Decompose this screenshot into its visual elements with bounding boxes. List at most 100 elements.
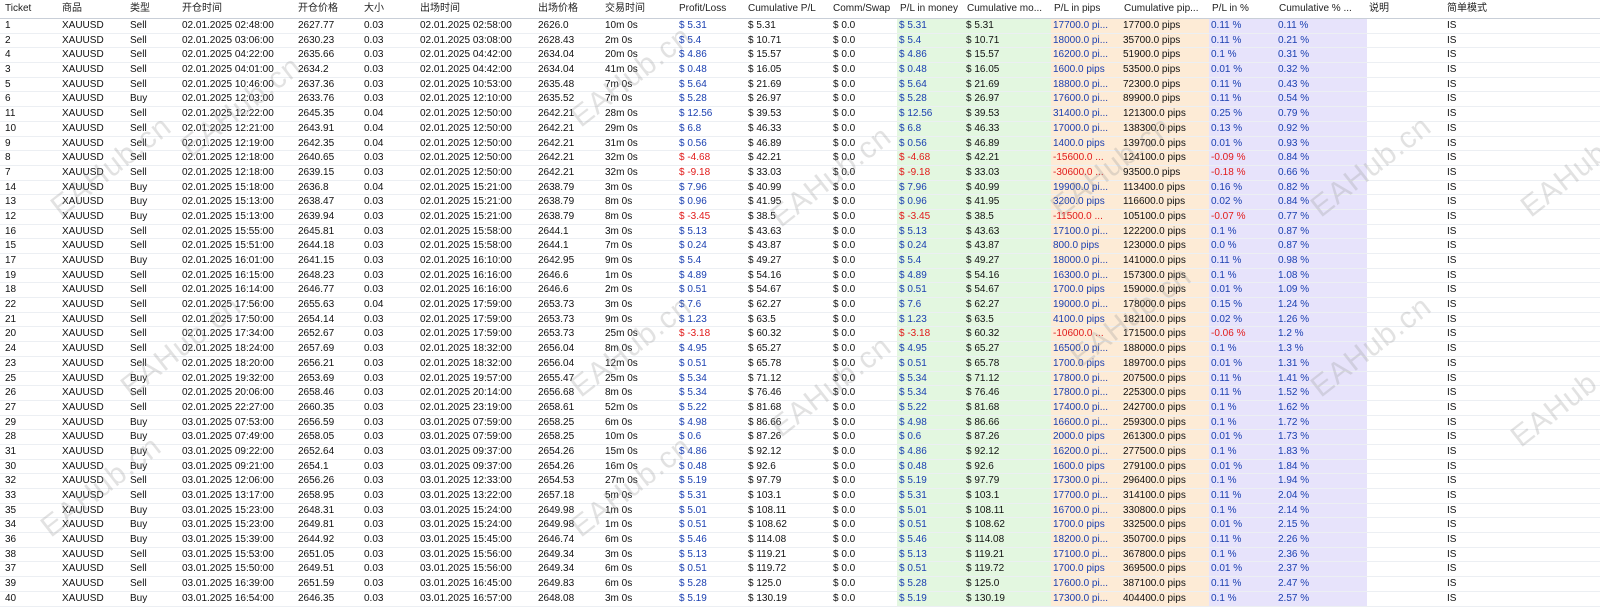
cell-close-price: 2642.21 <box>538 166 575 178</box>
table-row[interactable]: 32 XAUUSD Sell 03.01.2025 12:06:00 2656.26 0.… <box>0 474 1600 489</box>
cell-symbol: XAUUSD <box>62 475 104 487</box>
table-row[interactable]: 39 XAUUSD Sell 03.01.2025 16:39:00 2651.59 0.… <box>0 577 1600 592</box>
column-header-pl-pips[interactable]: P/L in pips <box>1052 0 1122 18</box>
table-row[interactable]: 15 XAUUSD Sell 02.01.2025 15:51:00 2644.18 0.… <box>0 239 1600 254</box>
cell-cumulative-pl: $ 76.46 <box>748 387 782 399</box>
cell-profit-loss: $ 0.51 <box>679 563 707 575</box>
cell-pl-percent: 0.01 % <box>1209 63 1277 77</box>
column-header-comm-swap[interactable]: Comm/Swap <box>831 0 898 18</box>
table-row[interactable]: 38 XAUUSD Sell 03.01.2025 15:53:00 2651.05 0.… <box>0 547 1600 563</box>
column-header-cumulative-pl[interactable]: Cumulative P/L <box>746 0 831 18</box>
column-header-cumulative-percent[interactable]: Cumulative % ... <box>1277 0 1367 18</box>
table-row[interactable]: 11 XAUUSD Sell 02.01.2025 12:22:00 2645.35 0.… <box>0 107 1600 122</box>
table-row[interactable]: 31 XAUUSD Buy 03.01.2025 09:22:00 2652.64 0.0… <box>0 444 1600 460</box>
table-row[interactable]: 10 XAUUSD Sell 02.01.2025 12:21:00 2643.91 0.… <box>0 121 1600 137</box>
table-row[interactable]: 21 XAUUSD Sell 02.01.2025 17:50:00 2654.14 0.… <box>0 312 1600 328</box>
table-row[interactable]: 5 XAUUSD Sell 02.01.2025 10:46:00 2637.36 0.0… <box>0 77 1600 93</box>
cell-duration: 31m 0s <box>605 137 638 149</box>
table-row[interactable]: 34 XAUUSD Buy 03.01.2025 15:23:00 2649.81 0.0… <box>0 518 1600 534</box>
table-row[interactable]: 7 XAUUSD Sell 02.01.2025 12:18:00 2639.15 0.0… <box>0 165 1600 181</box>
cell-cumulative-money: $ 65.78 <box>964 356 1052 371</box>
cell-cumulative-money: $ 21.69 <box>964 77 1052 92</box>
cell-close-time: 03.01.2025 16:45:00 <box>420 578 512 590</box>
table-row[interactable]: 20 XAUUSD Sell 02.01.2025 17:34:00 2652.67 0.… <box>0 327 1600 343</box>
cell-symbol: XAUUSD <box>62 504 104 516</box>
column-header-profit-loss[interactable]: Profit/Loss <box>677 0 746 18</box>
cell-pl-percent: 0.11 % <box>1209 533 1277 547</box>
cell-pl-pips: 17800.0 pi... <box>1051 386 1122 400</box>
column-header-pl-money[interactable]: P/L in money <box>898 0 965 18</box>
column-header-close-time[interactable]: 出场时间 <box>418 0 536 18</box>
table-row[interactable]: 27 XAUUSD Sell 02.01.2025 22:27:00 2660.35 0.… <box>0 400 1600 416</box>
table-row[interactable]: 36 XAUUSD Buy 03.01.2025 15:39:00 2644.92 0.0… <box>0 533 1600 548</box>
column-header-open-time[interactable]: 开仓时间 <box>180 0 296 18</box>
cell-profit-loss: $ 5.34 <box>679 387 707 399</box>
table-row[interactable]: 2 XAUUSD Sell 02.01.2025 03:06:00 2630.23 0.0… <box>0 33 1600 49</box>
column-header-cumulative-money[interactable]: Cumulative mo... <box>965 0 1052 18</box>
table-row[interactable]: 22 XAUUSD Sell 02.01.2025 17:56:00 2655.63 0.… <box>0 298 1600 313</box>
cell-mode: IS <box>1447 255 1457 266</box>
cell-note <box>1367 283 1445 297</box>
table-row[interactable]: 6 XAUUSD Buy 02.01.2025 12:03:00 2633.76 0.03… <box>0 92 1600 108</box>
column-header-cumulative-pips[interactable]: Cumulative pip... <box>1122 0 1210 18</box>
table-row[interactable]: 13 XAUUSD Buy 02.01.2025 15:13:00 2638.47 0.0… <box>0 195 1600 210</box>
cell-symbol: XAUUSD <box>62 313 104 325</box>
cell-cumulative-money: $ 108.11 <box>964 503 1052 518</box>
table-row[interactable]: 40 XAUUSD Buy 03.01.2025 16:54:00 2646.35 0.0… <box>0 591 1600 607</box>
cell-cumulative-money: $ 33.03 <box>964 165 1052 180</box>
column-header-mode[interactable]: 简单模式 <box>1445 0 1525 18</box>
cell-open-time: 02.01.2025 10:46:00 <box>182 78 274 90</box>
cell-pl-percent: 0.01 % <box>1209 518 1277 533</box>
table-row[interactable]: 1 XAUUSD Sell 02.01.2025 02:48:00 2627.77 0.0… <box>0 19 1600 34</box>
column-header-size[interactable]: 大小 <box>362 0 418 18</box>
cell-type: Sell <box>130 49 147 61</box>
cell-note <box>1367 19 1445 33</box>
cell-cumulative-money: $ 81.68 <box>964 400 1052 415</box>
table-row[interactable]: 3 XAUUSD Sell 02.01.2025 04:01:00 2634.2 0.03… <box>0 63 1600 78</box>
cell-pl-percent: 0.11 % <box>1209 371 1277 386</box>
column-header-symbol[interactable]: 商品 <box>60 0 128 18</box>
column-header-open-price[interactable]: 开仓价格 <box>296 0 362 18</box>
cell-profit-loss: $ 5.4 <box>679 34 702 46</box>
column-header-note[interactable]: 说明 <box>1367 0 1445 18</box>
table-row[interactable]: 29 XAUUSD Buy 03.01.2025 07:53:00 2656.59 0.0… <box>0 415 1600 431</box>
column-header-close-price[interactable]: 出场价格 <box>536 0 603 18</box>
table-row[interactable]: 17 XAUUSD Buy 02.01.2025 16:01:00 2641.15 0.0… <box>0 254 1600 269</box>
cell-note <box>1367 357 1445 371</box>
table-row[interactable]: 12 XAUUSD Buy 02.01.2025 15:13:00 2639.94 0.0… <box>0 209 1600 225</box>
cell-pl-percent: -0.07 % <box>1209 209 1277 224</box>
cell-close-price: 2649.98 <box>538 504 575 516</box>
table-row[interactable]: 18 XAUUSD Sell 02.01.2025 16:14:00 2646.77 0.… <box>0 283 1600 299</box>
table-row[interactable]: 25 XAUUSD Buy 02.01.2025 19:32:00 2653.69 0.0… <box>0 371 1600 387</box>
table-row[interactable]: 4 XAUUSD Sell 02.01.2025 04:22:00 2635.66 0.0… <box>0 48 1600 64</box>
table-row[interactable]: 33 XAUUSD Sell 03.01.2025 13:17:00 2658.95 0.… <box>0 489 1600 504</box>
cell-mode: IS <box>1447 210 1457 222</box>
cell-symbol: XAUUSD <box>62 210 104 222</box>
column-header-duration[interactable]: 交易时间 <box>603 0 677 18</box>
cell-ticket: 15 <box>5 240 17 252</box>
cell-cumulative-money: $ 43.87 <box>964 239 1052 253</box>
table-row[interactable]: 16 XAUUSD Sell 02.01.2025 15:55:00 2645.81 0.… <box>0 224 1600 240</box>
table-row[interactable]: 24 XAUUSD Sell 02.01.2025 18:24:00 2657.69 0.… <box>0 342 1600 357</box>
column-header-ticket[interactable]: Ticket <box>3 0 60 18</box>
table-row[interactable]: 23 XAUUSD Sell 02.01.2025 18:20:00 2656.21 0.… <box>0 356 1600 372</box>
table-row[interactable]: 26 XAUUSD Sell 02.01.2025 20:06:00 2658.46 0.… <box>0 386 1600 401</box>
column-header-pl-percent[interactable]: P/L in % <box>1210 0 1277 18</box>
table-row[interactable]: 9 XAUUSD Sell 02.01.2025 12:19:00 2642.35 0.0… <box>0 136 1600 152</box>
table-row[interactable]: 35 XAUUSD Buy 03.01.2025 15:23:00 2648.31 0.0… <box>0 503 1600 519</box>
table-row[interactable]: 14 XAUUSD Buy 02.01.2025 15:18:00 2636.8 0.04… <box>0 180 1600 196</box>
cell-cumulative-pips: 350700.0 pips <box>1121 533 1210 547</box>
table-row[interactable]: 30 XAUUSD Buy 03.01.2025 09:21:00 2654.1 0.03… <box>0 459 1600 475</box>
table-row[interactable]: 37 XAUUSD Sell 03.01.2025 15:50:00 2649.51 0.… <box>0 562 1600 578</box>
cell-comm-swap: $ 0.0 <box>833 64 856 76</box>
cell-cumulative-pl: $ 16.05 <box>748 64 782 76</box>
cell-cumulative-pips: 122200.0 pips <box>1121 224 1210 239</box>
column-header-type[interactable]: 类型 <box>128 0 180 18</box>
table-row[interactable]: 8 XAUUSD Sell 02.01.2025 12:18:00 2640.65 0.0… <box>0 151 1600 166</box>
cell-open-price: 2644.92 <box>298 534 335 546</box>
cell-close-time: 03.01.2025 07:59:00 <box>420 431 512 443</box>
table-row[interactable]: 19 XAUUSD Sell 02.01.2025 16:15:00 2648.23 0.… <box>0 268 1600 284</box>
cell-close-time: 02.01.2025 04:42:00 <box>420 49 512 61</box>
cell-size: 0.03 <box>364 416 384 428</box>
table-row[interactable]: 28 XAUUSD Buy 03.01.2025 07:49:00 2658.05 0.0… <box>0 430 1600 445</box>
